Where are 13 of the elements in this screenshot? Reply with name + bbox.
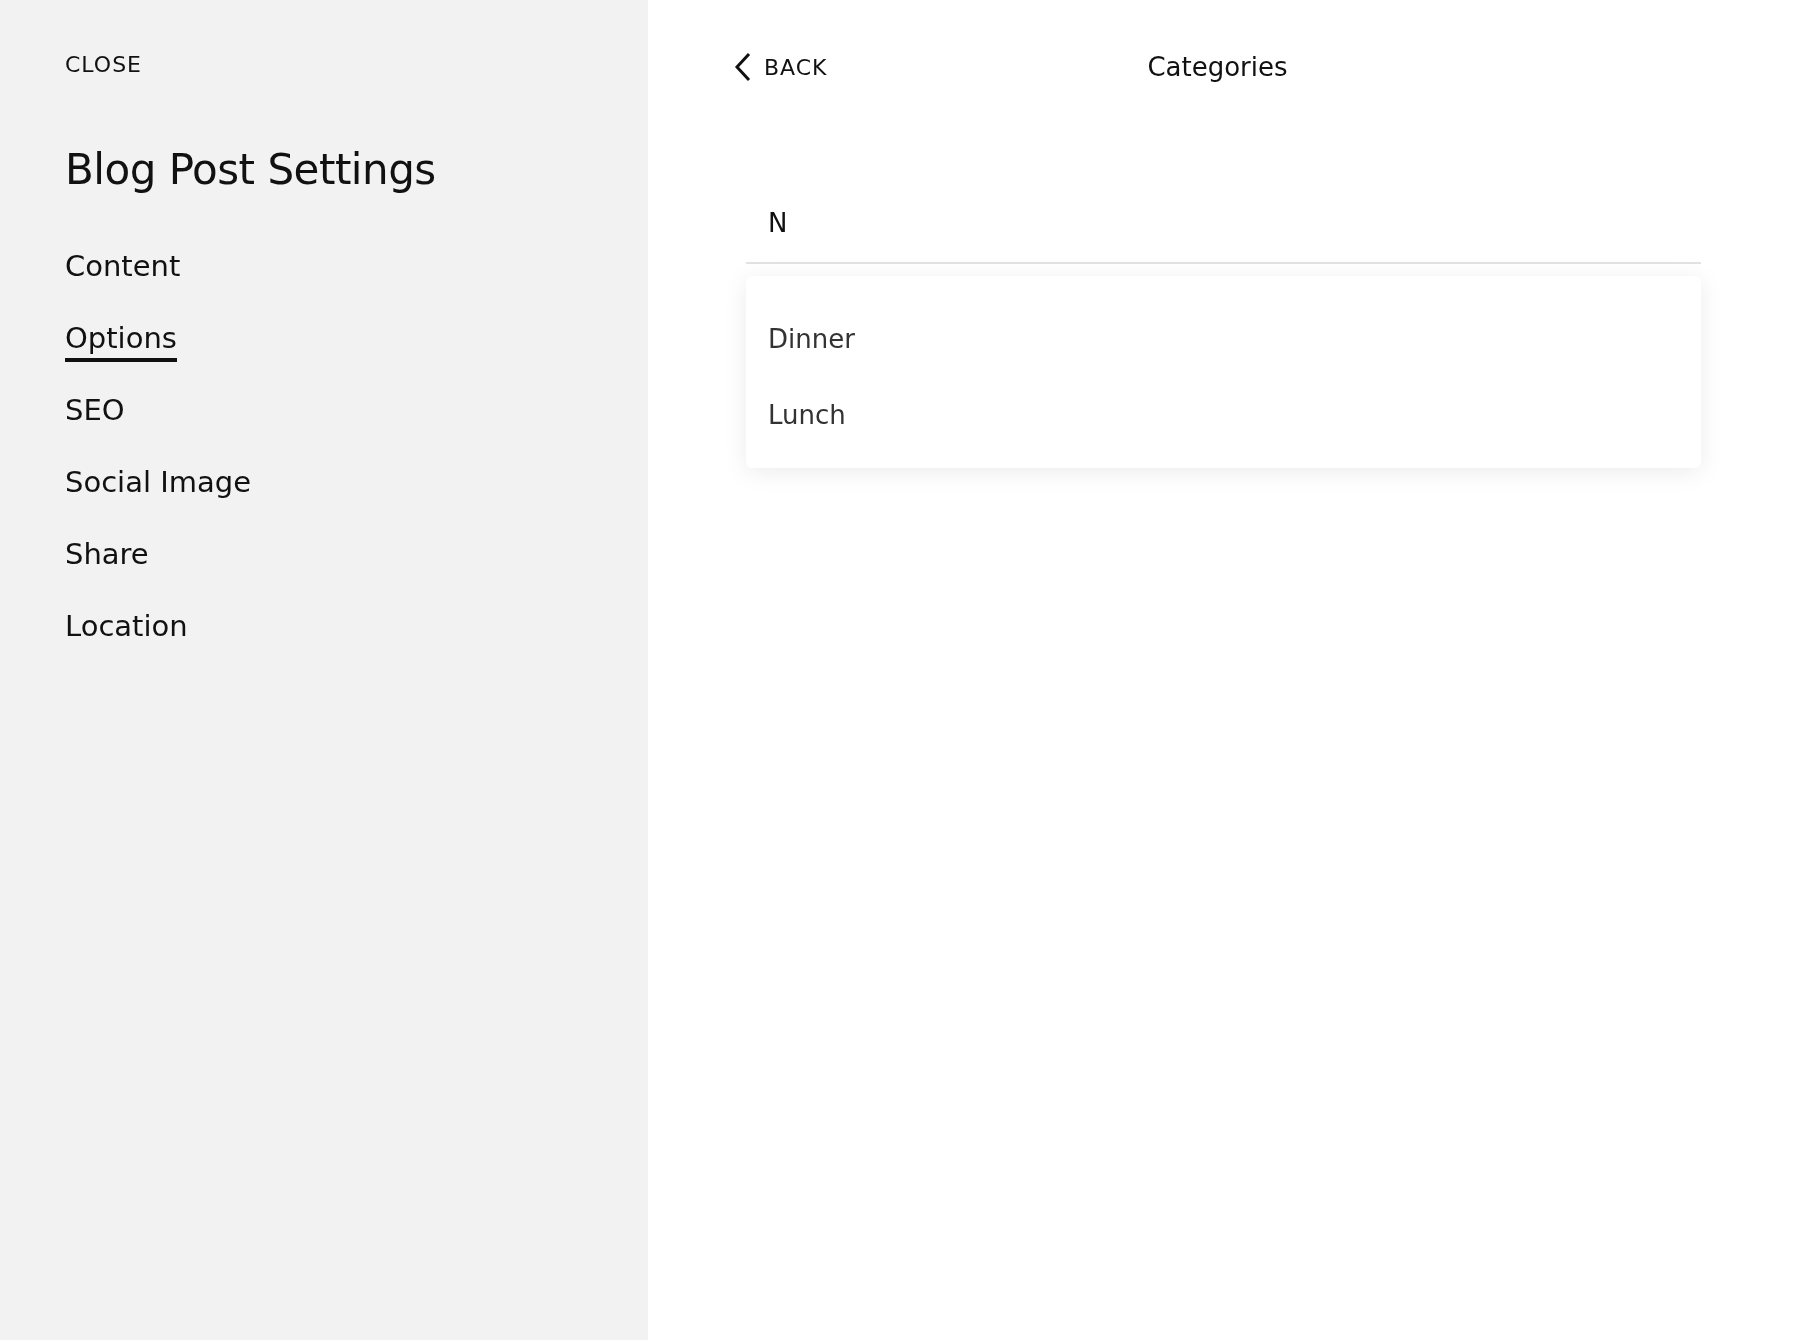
nav-item[interactable]: Content bbox=[65, 246, 181, 290]
back-button[interactable]: BACK bbox=[734, 52, 934, 82]
nav-item[interactable]: Location bbox=[65, 606, 188, 650]
nav-item[interactable]: Social Image bbox=[65, 462, 252, 506]
nav-item[interactable]: SEO bbox=[65, 390, 125, 434]
chevron-left-icon bbox=[734, 52, 752, 82]
page-title: Categories bbox=[1146, 52, 1289, 82]
panel-title: Blog Post Settings bbox=[65, 145, 436, 194]
close-button[interactable]: CLOSE bbox=[65, 52, 142, 77]
suggestion-item[interactable]: Lunch bbox=[746, 377, 1701, 453]
nav-item[interactable]: Share bbox=[65, 534, 149, 578]
nav-item[interactable]: Options bbox=[65, 318, 177, 362]
suggestion-item[interactable]: Dinner bbox=[746, 301, 1701, 377]
